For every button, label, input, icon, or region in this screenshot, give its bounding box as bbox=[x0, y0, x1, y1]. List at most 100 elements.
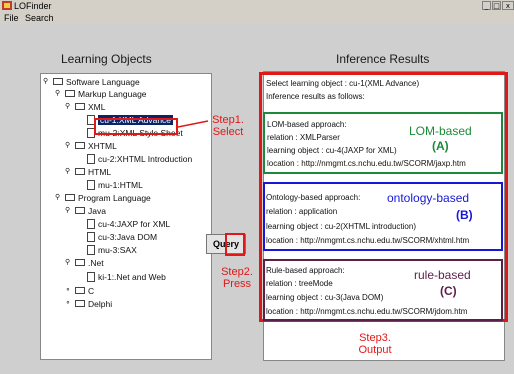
tree-node-label: C bbox=[88, 286, 95, 296]
tree-node-label: Program Language bbox=[78, 193, 151, 203]
folder-icon bbox=[65, 90, 75, 98]
step1-title: Step1. bbox=[212, 114, 244, 126]
step3-action: Output bbox=[358, 344, 392, 356]
lom-location: location : http://nmgmt.cs.nchu.edu.tw/S… bbox=[267, 159, 466, 168]
step1-action: Select bbox=[212, 126, 244, 138]
folder-icon bbox=[53, 78, 63, 86]
expand-toggle-icon[interactable]: ⚲ bbox=[65, 166, 74, 178]
tree-node-net[interactable]: ⚲ .Net bbox=[65, 257, 104, 269]
rule-location: location : http://nmgmt.cs.nchu.edu.tw/S… bbox=[266, 307, 468, 316]
step3-label: Step3. Output bbox=[352, 332, 398, 356]
rule-label: rule-based bbox=[414, 268, 471, 282]
expand-toggle-icon[interactable]: ⚲ bbox=[55, 88, 64, 100]
rule-tag: (C) bbox=[440, 284, 457, 298]
tree-leaf-label: ki-1:.Net and Web bbox=[98, 272, 166, 282]
step2-title: Step2. bbox=[221, 266, 253, 278]
tree-node-java[interactable]: ⚲ Java bbox=[65, 205, 106, 217]
folder-icon bbox=[75, 168, 85, 176]
folder-icon bbox=[75, 287, 85, 295]
learning-objects-title: Learning Objects bbox=[61, 52, 152, 66]
ontology-approach: Ontology-based approach: bbox=[266, 193, 361, 202]
tree-node-program-language[interactable]: ⚲ Program Language bbox=[55, 192, 151, 204]
menu-file[interactable]: File bbox=[4, 12, 19, 24]
document-icon bbox=[87, 179, 95, 190]
tree-leaf-xhtml-introduction[interactable]: cu-2:XHTML Introduction bbox=[87, 153, 192, 165]
ontology-tag: (B) bbox=[456, 208, 473, 222]
lom-label: LOM-based bbox=[409, 124, 472, 138]
tree-leaf-java-dom[interactable]: cu-3:Java DOM bbox=[87, 231, 157, 243]
step1-label: Step1. Select bbox=[208, 114, 248, 138]
step1-arrow bbox=[177, 120, 209, 128]
inference-results-title: Inference Results bbox=[336, 52, 430, 66]
maximize-button[interactable]: □ bbox=[492, 1, 501, 10]
tree-leaf-jaxp[interactable]: cu-4:JAXP for XML bbox=[87, 218, 170, 230]
ontology-label: ontology-based bbox=[387, 191, 470, 205]
learning-object-tree[interactable]: ⚲ Software Language ⚲ Markup Language ⚲ XML… bbox=[40, 73, 212, 360]
menu-bar: File Search bbox=[0, 12, 514, 24]
rule-approach: Rule-based approach: bbox=[266, 266, 345, 275]
tree-node-label: Java bbox=[88, 206, 106, 216]
tree-node-html[interactable]: ⚲ HTML bbox=[65, 166, 111, 178]
expand-toggle-icon[interactable]: ⚲ bbox=[65, 140, 74, 152]
folder-icon bbox=[75, 259, 85, 267]
expand-toggle-icon[interactable]: ⚲ bbox=[43, 76, 52, 88]
folder-icon bbox=[75, 103, 85, 111]
rule-relation: relation : treeMode bbox=[266, 279, 333, 288]
document-icon bbox=[87, 153, 95, 164]
selection-highlight-box bbox=[94, 118, 178, 135]
rule-learning-object: learning object : cu-3(Java DOM) bbox=[266, 293, 384, 302]
tree-node-label: XHTML bbox=[88, 141, 117, 151]
step2-action: Press bbox=[222, 278, 252, 290]
lom-relation: relation : XMLParser bbox=[267, 133, 340, 142]
tree-leaf-label: cu-3:Java DOM bbox=[98, 232, 158, 242]
tree-node-software-language[interactable]: ⚲ Software Language bbox=[43, 76, 140, 88]
tree-node-xml[interactable]: ⚲ XML bbox=[65, 101, 105, 113]
results-header-line: Select learning object : cu-1(XML Advanc… bbox=[266, 79, 420, 88]
document-icon bbox=[87, 218, 95, 229]
title-bar: LOFinder _ □ x bbox=[0, 0, 514, 12]
tree-leaf-label: mu-3:SAX bbox=[98, 245, 137, 255]
tree-leaf-sax[interactable]: mu-3:SAX bbox=[87, 244, 137, 256]
folder-icon bbox=[75, 142, 85, 150]
lom-approach: LOM-based approach: bbox=[267, 120, 347, 129]
tree-leaf-label: cu-2:XHTML Introduction bbox=[98, 154, 193, 164]
tree-node-label: Delphi bbox=[88, 299, 113, 309]
step2-label: Step2. Press bbox=[216, 266, 258, 290]
expand-toggle-icon[interactable]: ⚲ bbox=[65, 205, 74, 217]
step3-title: Step3. bbox=[359, 332, 391, 344]
menu-search[interactable]: Search bbox=[25, 12, 54, 24]
tree-leaf-label: cu-4:JAXP for XML bbox=[98, 219, 171, 229]
app-icon bbox=[2, 1, 12, 10]
tree-node-c[interactable]: ⚬ C bbox=[65, 285, 94, 297]
tree-node-label: HTML bbox=[88, 167, 112, 177]
document-icon bbox=[87, 231, 95, 242]
window-title: LOFinder bbox=[14, 1, 52, 11]
ontology-location: location : http://nmgmt.cs.nchu.edu.tw/S… bbox=[266, 236, 470, 245]
tree-node-delphi[interactable]: ⚬ Delphi bbox=[65, 298, 112, 310]
tree-node-label: XML bbox=[88, 102, 106, 112]
tree-node-label: .Net bbox=[88, 258, 104, 268]
minimize-button[interactable]: _ bbox=[482, 1, 491, 10]
expand-toggle-icon[interactable]: ⚲ bbox=[65, 101, 74, 113]
document-icon bbox=[87, 244, 95, 255]
ontology-relation: relation : application bbox=[266, 207, 338, 216]
tree-leaf-net-and-web[interactable]: ki-1:.Net and Web bbox=[87, 271, 166, 283]
expand-toggle-icon[interactable]: ⚲ bbox=[65, 257, 74, 269]
results-header-line: Inference results as follows: bbox=[266, 92, 365, 101]
query-highlight-box bbox=[225, 233, 245, 256]
tree-leaf-html[interactable]: mu-1:HTML bbox=[87, 179, 143, 191]
application-window: LOFinder _ □ x File Search Learning Obje… bbox=[0, 0, 514, 374]
document-icon bbox=[87, 271, 95, 282]
tree-node-xhtml[interactable]: ⚲ XHTML bbox=[65, 140, 117, 152]
close-button[interactable]: x bbox=[502, 1, 514, 10]
collapsed-toggle-icon[interactable]: ⚬ bbox=[65, 285, 74, 297]
lom-tag: (A) bbox=[432, 139, 449, 153]
collapsed-toggle-icon[interactable]: ⚬ bbox=[65, 298, 74, 310]
lom-learning-object: learning object : cu-4(JAXP for XML) bbox=[267, 146, 397, 155]
expand-toggle-icon[interactable]: ⚲ bbox=[55, 192, 64, 204]
folder-icon bbox=[75, 300, 85, 308]
tree-leaf-label: mu-1:HTML bbox=[98, 180, 143, 190]
tree-node-markup-language[interactable]: ⚲ Markup Language bbox=[55, 88, 147, 100]
ontology-learning-object: learning object : cu-2(XHTML introductio… bbox=[266, 222, 416, 231]
tree-node-label: Software Language bbox=[66, 77, 140, 87]
